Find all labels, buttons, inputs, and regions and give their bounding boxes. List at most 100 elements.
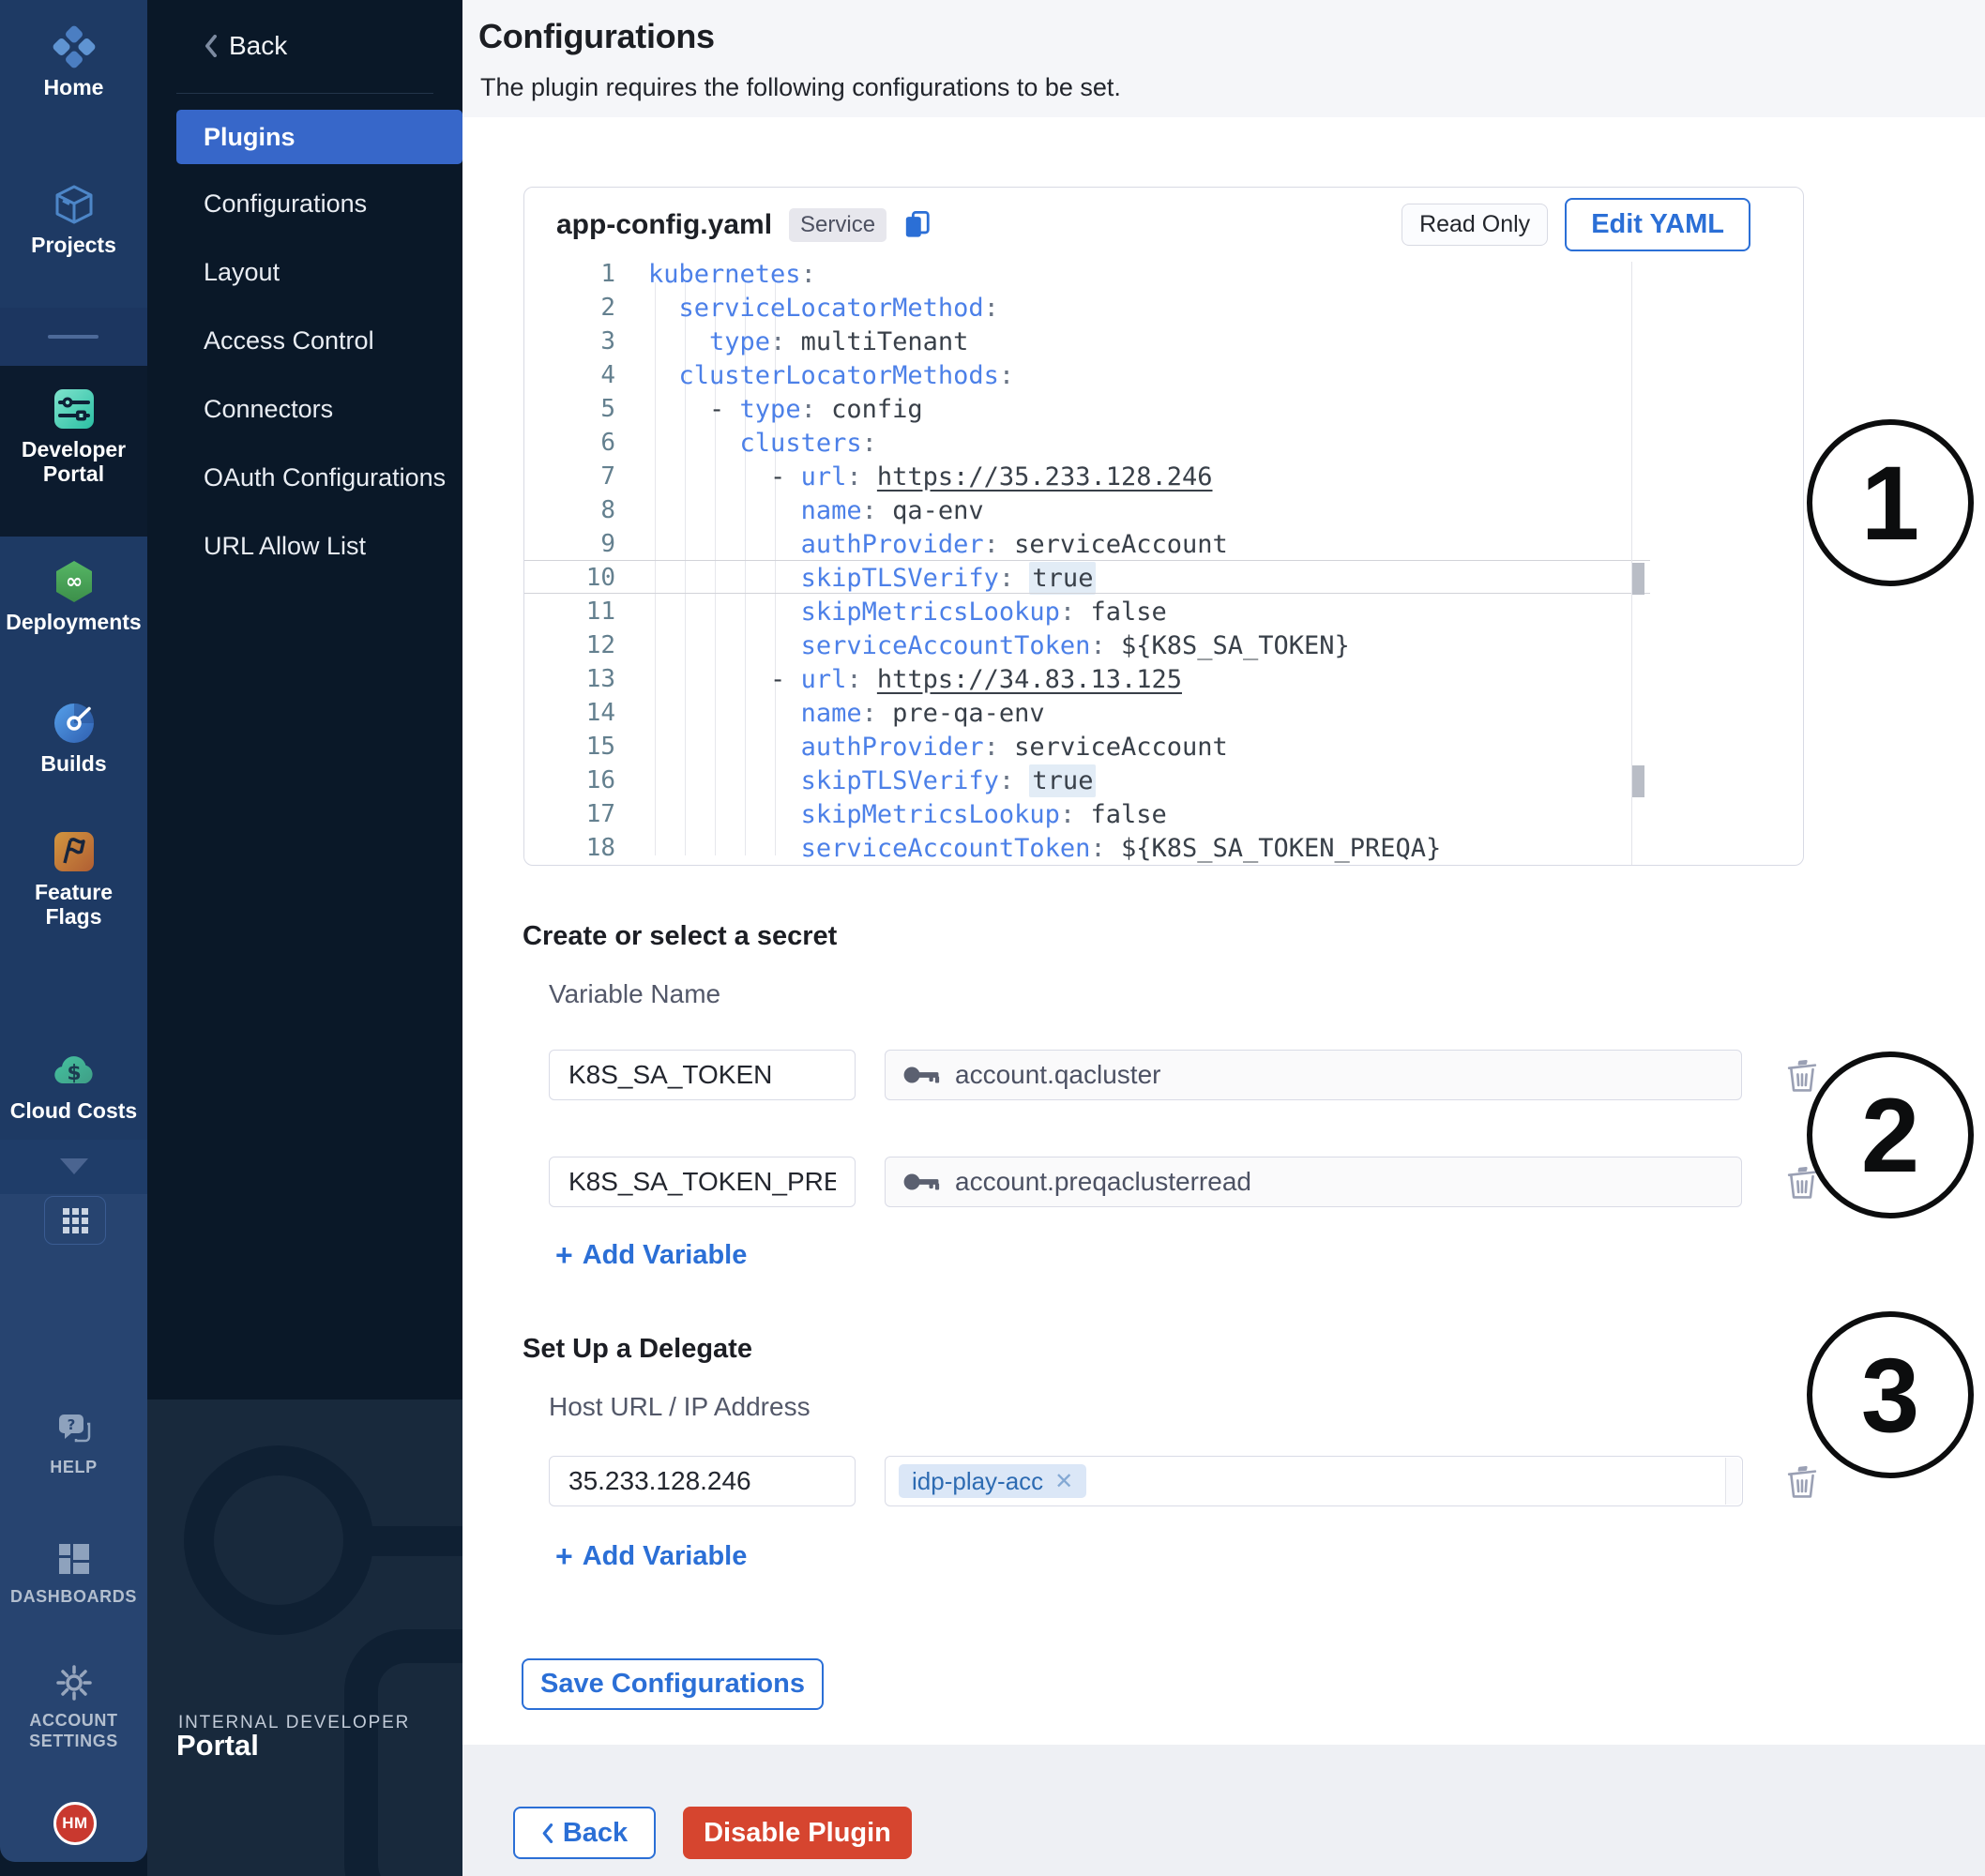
grid-icon xyxy=(63,1208,88,1233)
plugin-submenu: Back Plugins Configurations Layout Access C… xyxy=(147,0,462,1876)
chevron-left-icon xyxy=(541,1823,553,1843)
code-text: clusters: xyxy=(648,429,877,458)
add-variable-link-secrets[interactable]: + Add Variable xyxy=(555,1238,747,1273)
ruler-decoration xyxy=(1632,563,1644,595)
remove-tag-icon[interactable]: ✕ xyxy=(1054,1468,1073,1495)
code-line: 6 clusters: xyxy=(525,426,1632,460)
rail-module-label: Deployments xyxy=(0,610,146,634)
page-subtitle: The plugin requires the following config… xyxy=(480,73,1121,102)
line-number: 13 xyxy=(525,665,615,693)
chevron-left-icon xyxy=(204,35,218,57)
line-number: 5 xyxy=(525,395,615,423)
cloud-costs-icon xyxy=(52,1048,97,1093)
submenu-item-plugins[interactable]: Plugins xyxy=(176,110,462,164)
brand-panel: INTERNAL DEVELOPER Portal xyxy=(147,1399,462,1876)
host-url-label: Host URL / IP Address xyxy=(549,1392,811,1422)
submenu-item-layout[interactable]: Layout xyxy=(147,245,462,299)
rail-module-label: Projects xyxy=(25,233,122,257)
line-number: 15 xyxy=(525,733,615,761)
ruler-decoration xyxy=(1632,765,1644,797)
code-text: skipMetricsLookup: false xyxy=(648,598,1167,627)
read-only-badge: Read Only xyxy=(1402,204,1548,246)
delegate-tags-field[interactable]: idp-play-acc ✕ xyxy=(885,1456,1743,1506)
back-nav[interactable]: Back xyxy=(204,31,287,61)
code-line: 5 - type: config xyxy=(525,392,1632,426)
line-number: 4 xyxy=(525,361,615,389)
back-button[interactable]: Back xyxy=(513,1807,656,1859)
delegate-tag-chip: idp-play-acc ✕ xyxy=(899,1464,1086,1498)
trash-icon xyxy=(1784,1463,1820,1501)
rail-module-builds[interactable]: Builds xyxy=(0,701,147,776)
variable-name-input[interactable] xyxy=(549,1050,856,1100)
secret-select[interactable]: account.qacluster xyxy=(885,1050,1742,1100)
add-variable-label: Add Variable xyxy=(583,1240,748,1271)
edit-yaml-button[interactable]: Edit YAML xyxy=(1565,198,1750,251)
home-icon xyxy=(52,24,97,69)
rail-module-feature-flags[interactable]: Feature Flags xyxy=(0,829,147,929)
dashboards-icon xyxy=(52,1536,97,1581)
code-line: 18 serviceAccountToken: ${K8S_SA_TOKEN_P… xyxy=(525,831,1632,865)
secret-select[interactable]: account.preqaclusterread xyxy=(885,1157,1742,1207)
code-line: 2 serviceLocatorMethod: xyxy=(525,291,1632,325)
submenu-item-configurations[interactable]: Configurations xyxy=(147,176,462,231)
line-number: 9 xyxy=(525,530,615,558)
avatar[interactable]: HM xyxy=(53,1802,97,1845)
submenu-item-connectors[interactable]: Connectors xyxy=(147,382,462,436)
module-selector-button[interactable] xyxy=(44,1196,106,1245)
annotation-circle-3: 3 xyxy=(1807,1311,1974,1478)
rail-module-cloud-costs[interactable]: Cloud Costs xyxy=(0,1048,147,1123)
rail-utility-help[interactable]: HELP xyxy=(0,1407,147,1477)
submenu-item-oauth-configurations[interactable]: OAuth Configurations xyxy=(147,450,462,505)
secret-name: account.preqaclusterread xyxy=(955,1167,1251,1197)
code-line: 1 kubernetes: xyxy=(525,262,1632,291)
app-window: Home Projects Developer Portal Deploymen… xyxy=(0,0,1985,1876)
line-number: 11 xyxy=(525,598,615,626)
code-text: skipTLSVerify: true xyxy=(648,564,1096,593)
code-text: serviceAccountToken: ${K8S_SA_TOKEN_PREQ… xyxy=(648,834,1441,863)
code-text: name: pre-qa-env xyxy=(648,699,1045,728)
rail-module-label: ACCOUNT SETTINGS xyxy=(0,1710,147,1751)
add-variable-link-delegate[interactable]: + Add Variable xyxy=(555,1539,747,1574)
line-number: 16 xyxy=(525,766,615,794)
delete-row-button[interactable] xyxy=(1784,1463,1820,1501)
code-text: - type: config xyxy=(648,395,923,424)
developer-portal-icon xyxy=(52,386,97,431)
rail-module-deployments[interactable]: Deployments xyxy=(0,559,147,634)
chevron-down-icon[interactable] xyxy=(60,1158,88,1174)
delete-row-button[interactable] xyxy=(1784,1057,1820,1095)
rail-module-home[interactable]: Home xyxy=(0,24,147,99)
variable-name-input[interactable] xyxy=(549,1157,856,1207)
rail-utility-dashboards[interactable]: DASHBOARDS xyxy=(0,1536,147,1607)
code-text: skipMetricsLookup: false xyxy=(648,800,1167,829)
rail-module-projects[interactable]: Projects xyxy=(0,182,147,257)
line-number: 7 xyxy=(525,462,615,491)
back-button-label: Back xyxy=(563,1818,628,1849)
yaml-code-editor[interactable]: 1 kubernetes: 2 serviceLocatorMethod: 3 … xyxy=(525,262,1632,865)
submenu-item-access-control[interactable]: Access Control xyxy=(147,313,462,368)
feature-flags-icon xyxy=(52,829,97,874)
code-line: 4 clusterLocatorMethods: xyxy=(525,358,1632,392)
module-rail: Home Projects Developer Portal Deploymen… xyxy=(0,0,147,1876)
code-line: 12 serviceAccountToken: ${K8S_SA_TOKEN} xyxy=(525,628,1632,662)
variable-name-label: Variable Name xyxy=(549,979,720,1009)
projects-icon xyxy=(52,182,97,227)
line-number: 10 xyxy=(525,564,615,592)
code-line: 13 - url: https://34.83.13.125 xyxy=(525,662,1632,696)
rail-divider-line xyxy=(48,335,98,339)
host-url-input[interactable] xyxy=(549,1456,856,1506)
annotation-circle-2: 2 xyxy=(1807,1051,1974,1218)
code-text: - url: https://35.233.128.246 xyxy=(648,462,1213,492)
yaml-card-header: app-config.yaml Service Read Only Edit Y… xyxy=(524,188,1803,262)
rail-module-developer-portal[interactable]: Developer Portal xyxy=(0,386,147,486)
rail-utility-account-settings[interactable]: ACCOUNT SETTINGS xyxy=(0,1660,147,1751)
line-number: 1 xyxy=(525,262,615,288)
save-configurations-button[interactable]: Save Configurations xyxy=(522,1658,824,1710)
annotation-circle-1: 1 xyxy=(1807,419,1974,586)
page-title: Configurations xyxy=(478,17,715,56)
tag-field-scrollbar[interactable] xyxy=(1725,1458,1741,1505)
disable-plugin-button[interactable]: Disable Plugin xyxy=(683,1807,912,1859)
rail-module-label: DASHBOARDS xyxy=(5,1586,143,1607)
copy-icon[interactable] xyxy=(903,209,932,240)
secrets-heading: Create or select a secret xyxy=(523,921,837,952)
submenu-item-url-allow-list[interactable]: URL Allow List xyxy=(147,519,462,573)
